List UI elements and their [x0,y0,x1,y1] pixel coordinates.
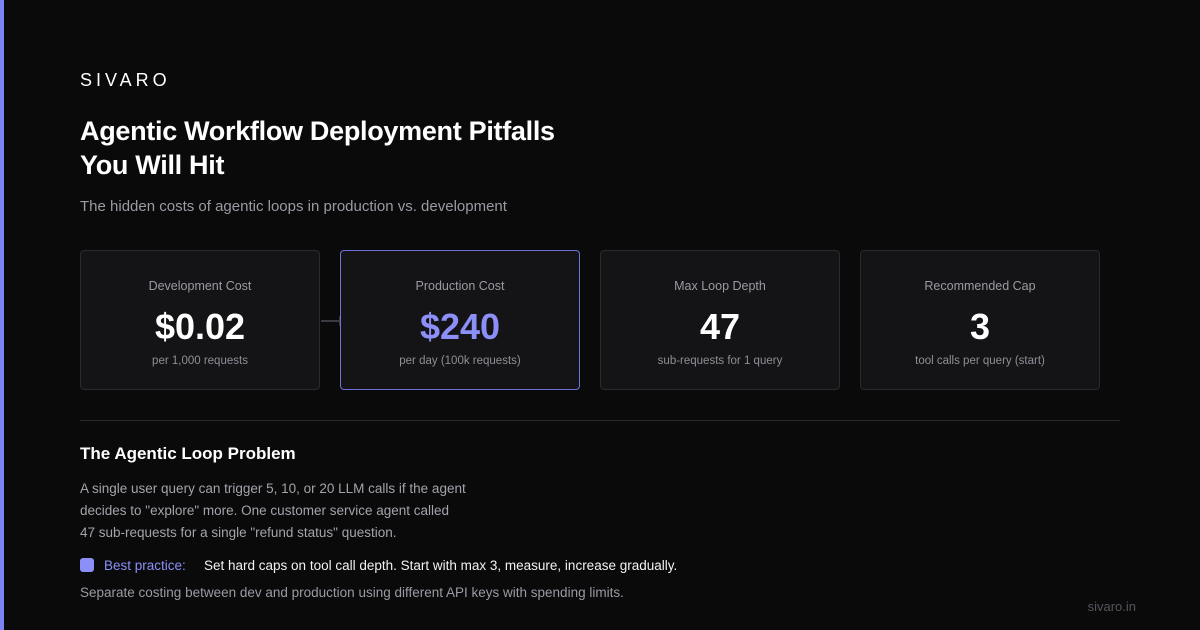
accent-bar [0,0,4,630]
stat-card-production-cost: Production Cost $240 per day (100k reque… [340,250,580,390]
stat-card-label: Max Loop Depth [674,279,766,293]
stat-card-label: Production Cost [415,279,505,293]
stat-card-value: 3 [969,306,991,347]
stat-cards: Development Cost $0.02 per 1,000 request… [80,250,1100,390]
stat-card-development-cost: Development Cost $0.02 per 1,000 request… [80,250,347,390]
section-divider [80,420,1120,421]
section-title: The Agentic Loop Problem [80,444,296,463]
brand-logo: SIVARO [80,70,171,90]
stat-card-note: tool calls per query (start) [915,355,1045,367]
paragraph-line: decides to "explore" more. One customer … [80,503,450,518]
site-url: sivaro.in [1087,599,1136,614]
square-bullet-icon [80,558,94,572]
title-line-2: You Will Hit [80,150,225,180]
stat-card-note: per day (100k requests) [399,355,521,367]
page-subtitle: The hidden costs of agentic loops in pro… [80,198,507,215]
stat-card-label: Development Cost [148,279,252,293]
stat-card-value: 47 [699,306,741,347]
title-line-1: Agentic Workflow Deployment Pitfalls [80,116,555,146]
section-paragraph: A single user query can trigger 5, 10, o… [80,478,540,544]
stat-card-value: $240 [419,306,501,347]
stat-card-max-loop-depth: Max Loop Depth 47 sub-requests for 1 que… [600,250,840,390]
stat-card-note: per 1,000 requests [152,355,248,367]
paragraph-line: 47 sub-requests for a single "refund sta… [80,525,397,540]
best-practice-label: Best practice: [104,558,186,573]
paragraph-line: A single user query can trigger 5, 10, o… [80,481,466,496]
footnote: Separate costing between dev and product… [80,585,624,600]
best-practice-text: Set hard caps on tool call depth. Start … [204,558,678,573]
page-title: Agentic Workflow Deployment Pitfalls You… [80,114,640,182]
stat-card-note: sub-requests for 1 query [657,355,783,367]
stat-card-recommended-cap: Recommended Cap 3 tool calls per query (… [860,250,1100,390]
stat-card-value: $0.02 [154,306,246,347]
stat-card-label: Recommended Cap [924,279,1036,293]
